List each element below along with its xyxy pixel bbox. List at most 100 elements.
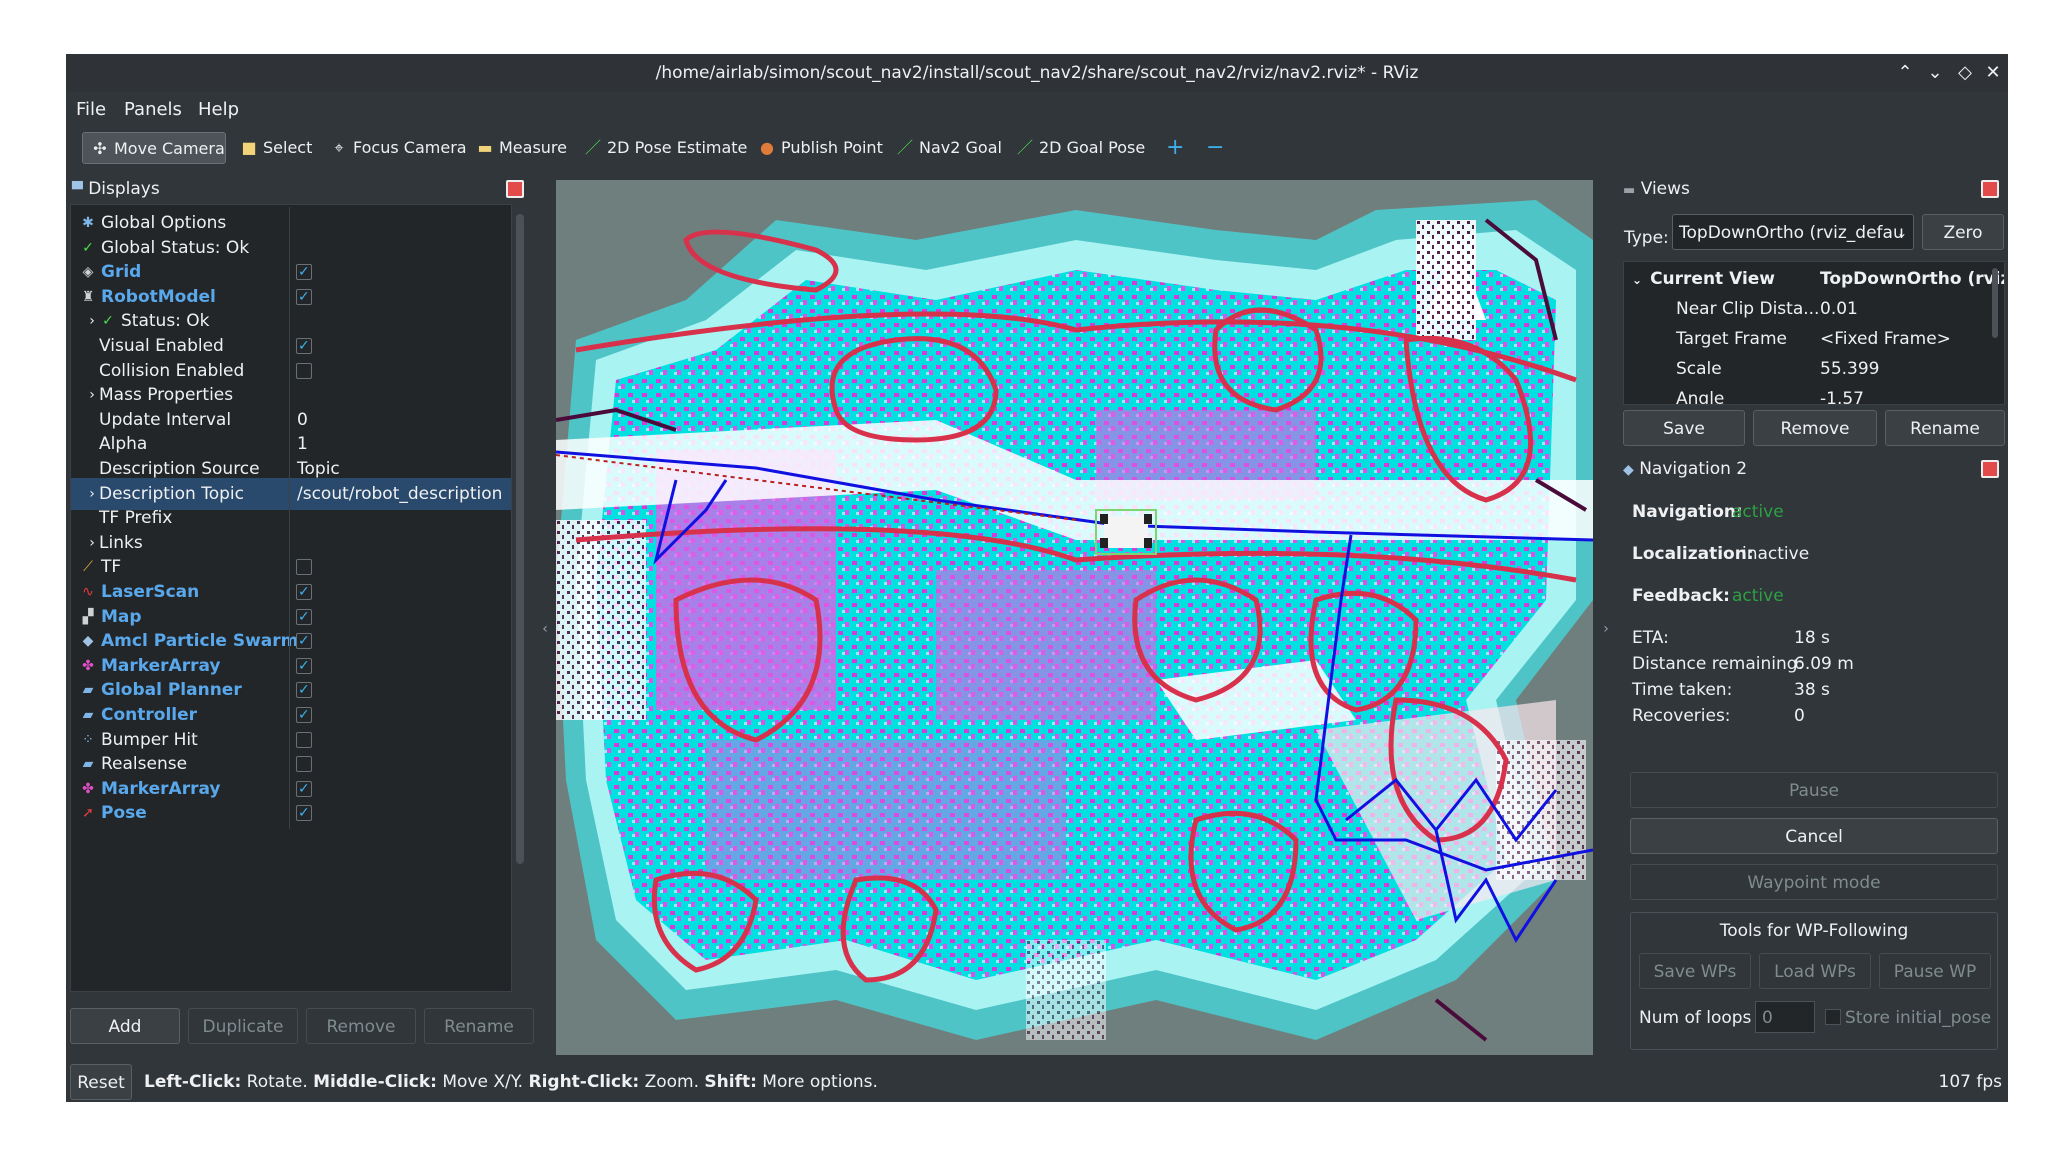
remove-view-button[interactable]: Remove	[1753, 410, 1877, 446]
menu-panels[interactable]: Panels	[124, 92, 182, 128]
nav2-header: ◆ Navigation 2	[1623, 459, 1748, 479]
tool-move-camera[interactable]: ✣ Move Camera	[82, 132, 226, 164]
maximize-icon[interactable]: ◇	[1952, 60, 1978, 86]
display-enabled-checkbox[interactable]	[296, 773, 312, 805]
displays-header: ▀ Displays	[72, 179, 160, 199]
tool-2d-pose-estimate[interactable]: ／ 2D Pose Estimate	[576, 132, 747, 164]
display-enabled-checkbox[interactable]	[296, 797, 312, 829]
menu-bar: File Panels Help	[66, 92, 2008, 128]
display-enabled-checkbox[interactable]	[296, 756, 312, 773]
display-row-name: Pose	[101, 803, 147, 824]
goal-arrow-icon: ／	[896, 138, 913, 157]
display-enabled-checkbox[interactable]	[296, 576, 312, 608]
wp-tools-title: Tools for WP-Following	[1719, 921, 1909, 941]
nav2-close-button[interactable]	[1981, 460, 1999, 478]
map-view[interactable]	[556, 180, 1593, 1055]
tool-2d-goal-pose[interactable]: ／ 2D Goal Pose	[1008, 132, 1145, 164]
nav2-diamond-icon: ◆	[1623, 462, 1634, 478]
distance-label: Distance remaining:	[1632, 654, 1804, 674]
cancel-button[interactable]: Cancel	[1630, 818, 1998, 854]
close-icon[interactable]: ✕	[1980, 60, 2006, 86]
displays-scrollbar[interactable]	[516, 214, 524, 864]
collapse-right-icon[interactable]: ›	[1601, 614, 1611, 644]
remove-display-button[interactable]: Remove	[306, 1008, 416, 1044]
costmap-render	[556, 180, 1593, 1055]
tool-select[interactable]: ■ Select	[232, 132, 322, 164]
pause-button[interactable]: Pause	[1630, 772, 1998, 808]
displays-close-button[interactable]	[506, 180, 524, 198]
zero-button[interactable]: Zero	[1922, 214, 2004, 250]
prop-target-frame: Target Frame	[1676, 329, 1787, 349]
prop-scale: Scale	[1676, 359, 1722, 379]
chevron-down-icon: ⌄	[1896, 226, 1907, 240]
recoveries-label: Recoveries:	[1632, 706, 1731, 726]
column-divider	[289, 797, 290, 830]
prop-angle: Angle	[1676, 389, 1725, 405]
reset-button[interactable]: Reset	[70, 1064, 132, 1100]
views-scrollbar[interactable]	[1992, 268, 1998, 338]
prop-target-frame-value[interactable]: <Fixed Frame>	[1820, 324, 1951, 354]
save-wps-button[interactable]: Save WPs	[1639, 953, 1751, 989]
save-view-button[interactable]: Save	[1623, 410, 1745, 446]
display-enabled-checkbox[interactable]	[296, 650, 312, 682]
views-close-button[interactable]	[1981, 180, 1999, 198]
display-row[interactable]: ➚ Pose	[71, 797, 511, 830]
tool-publish-point[interactable]: ● Publish Point	[750, 132, 883, 164]
navigation-status: active	[1732, 502, 1784, 522]
tool-nav2-goal[interactable]: ／ Nav2 Goal	[888, 132, 1002, 164]
num-loops-input[interactable]: 0	[1755, 1001, 1815, 1033]
display-enabled-checkbox[interactable]	[296, 281, 312, 313]
wp-tools-group: Tools for WP-Following Save WPs Load WPs…	[1630, 912, 1998, 1050]
minimize-icon[interactable]: ⌄	[1922, 60, 1948, 86]
tool-measure[interactable]: ▬ Measure	[468, 132, 568, 164]
window-title: /home/airlab/simon/scout_nav2/install/sc…	[655, 63, 1419, 83]
add-display-button[interactable]: Add	[70, 1008, 180, 1044]
feedback-status: active	[1732, 586, 1784, 606]
display-enabled-checkbox[interactable]	[296, 559, 312, 576]
duplicate-display-button[interactable]: Duplicate	[188, 1008, 298, 1044]
distance-value: 6.09 m	[1794, 654, 1854, 674]
display-enabled-checkbox[interactable]	[296, 699, 312, 731]
rename-display-button[interactable]: Rename	[424, 1008, 534, 1044]
camera-icon: ▬	[1623, 183, 1636, 198]
goal-pose-arrow-icon: ／	[1016, 138, 1033, 157]
rename-view-button[interactable]: Rename	[1885, 410, 2005, 446]
menu-file[interactable]: File	[76, 92, 106, 128]
display-enabled-checkbox[interactable]	[296, 256, 312, 288]
display-enabled-checkbox[interactable]	[296, 330, 312, 362]
store-initial-pose-checkbox[interactable]	[1825, 1009, 1841, 1025]
display-enabled-checkbox[interactable]	[296, 674, 312, 706]
time-taken-value: 38 s	[1794, 680, 1830, 700]
display-enabled-checkbox[interactable]	[296, 362, 312, 379]
recoveries-value: 0	[1794, 706, 1805, 726]
num-loops-label: Num of loops	[1639, 1008, 1752, 1028]
remove-tool-button[interactable]: −	[1198, 132, 1228, 164]
status-bar: Reset Left-Click: Rotate. Middle-Click: …	[66, 1062, 2008, 1102]
display-enabled-checkbox[interactable]	[296, 601, 312, 633]
collapse-left-icon[interactable]: ‹	[540, 614, 550, 644]
prop-scale-value[interactable]: 55.399	[1820, 354, 1879, 384]
prop-near-clip-value[interactable]: 0.01	[1820, 294, 1858, 324]
prop-near-clip: Near Clip Dista...	[1676, 299, 1820, 319]
current-view-row[interactable]: ⌄ Current View	[1632, 264, 1775, 295]
view-type-select[interactable]: TopDownOrtho (rviz_defau ⌄	[1672, 214, 1914, 250]
rviz-window: /home/airlab/simon/scout_nav2/install/sc…	[66, 54, 2008, 1102]
displays-tree: ✱Global Options✓Global Status: Ok◈Grid♜R…	[70, 204, 512, 992]
tool-focus-camera[interactable]: ⌖ Focus Camera	[322, 132, 466, 164]
move-icon: ✣	[93, 139, 107, 158]
pause-wp-button[interactable]: Pause WP	[1879, 953, 1991, 989]
prop-angle-value[interactable]: -1.57	[1820, 384, 1864, 404]
pose-icon: ➚	[82, 805, 94, 822]
localization-status: inactive	[1742, 544, 1810, 564]
keep-above-icon[interactable]: ⌃	[1892, 60, 1918, 86]
waypoint-mode-button[interactable]: Waypoint mode	[1630, 864, 1998, 900]
display-enabled-checkbox[interactable]	[296, 625, 312, 657]
add-tool-button[interactable]: +	[1158, 132, 1188, 164]
current-view-tree: ⌄ Current View TopDownOrtho (rviz Near Cl…	[1623, 261, 2005, 405]
eta-label: ETA:	[1632, 628, 1669, 648]
ruler-icon: ▬	[477, 138, 493, 157]
display-enabled-checkbox[interactable]	[296, 731, 312, 748]
menu-help[interactable]: Help	[198, 92, 239, 128]
eta-value: 18 s	[1794, 628, 1830, 648]
load-wps-button[interactable]: Load WPs	[1759, 953, 1871, 989]
